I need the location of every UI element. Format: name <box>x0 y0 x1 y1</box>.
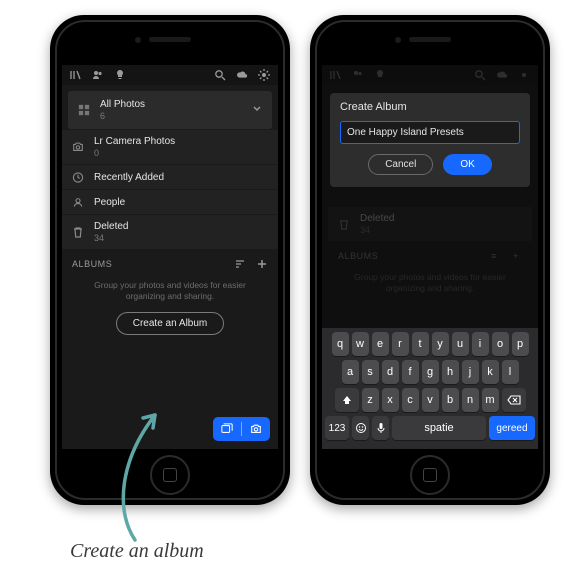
collection-lr-camera[interactable]: Lr Camera Photos0 <box>62 130 278 164</box>
collection-recently-added[interactable]: Recently Added <box>62 165 278 189</box>
albums-section-header: ALBUMS <box>62 250 278 274</box>
key-d[interactable]: d <box>382 360 399 384</box>
phone-front-camera <box>135 37 141 43</box>
key-h[interactable]: h <box>442 360 459 384</box>
collection-count: 34 <box>360 225 394 235</box>
modal-title: Create Album <box>340 101 520 113</box>
gear-icon[interactable] <box>258 69 270 81</box>
keyboard-row-4: 123 spatie gereed <box>325 416 535 440</box>
collection-deleted[interactable]: Deleted34 <box>62 215 278 249</box>
camera-icon <box>72 141 84 153</box>
album-name-input[interactable] <box>340 121 520 144</box>
collection-label: All Photos <box>100 99 145 110</box>
key-y[interactable]: y <box>432 332 449 356</box>
camera-capture-icon[interactable] <box>250 423 262 435</box>
collection-label: Deleted <box>94 221 128 232</box>
app-topbar <box>62 65 278 85</box>
albums-title: ALBUMS <box>72 259 112 269</box>
key-s[interactable]: s <box>362 360 379 384</box>
key-x[interactable]: x <box>382 388 399 412</box>
key-v[interactable]: v <box>422 388 439 412</box>
keyboard-row-1: q w e r t y u i o p <box>325 332 535 356</box>
key-numbers[interactable]: 123 <box>325 416 349 440</box>
phone-left: All Photos6 Lr Camera Photos0 Recently A… <box>50 15 290 505</box>
key-return[interactable]: gereed <box>489 416 535 440</box>
sort-icon: ≡ <box>488 250 500 262</box>
person-icon <box>72 196 84 208</box>
key-mic[interactable] <box>372 416 389 440</box>
people-icon[interactable] <box>92 69 104 81</box>
create-album-modal: Create Album Cancel OK <box>330 93 530 187</box>
key-l[interactable]: l <box>502 360 519 384</box>
key-space[interactable]: spatie <box>392 416 486 440</box>
key-i[interactable]: i <box>472 332 489 356</box>
collection-count: 6 <box>100 111 145 121</box>
screen-right: Deleted34 ALBUMS ≡+ Group your photos an… <box>322 65 538 449</box>
collection-label: Deleted <box>360 213 394 224</box>
keyboard-row-2: a s d f g h j k l <box>325 360 535 384</box>
library-icon[interactable] <box>70 69 82 81</box>
phone-front-camera <box>395 37 401 43</box>
key-r[interactable]: r <box>392 332 409 356</box>
key-g[interactable]: g <box>422 360 439 384</box>
key-w[interactable]: w <box>352 332 369 356</box>
home-button[interactable] <box>150 455 190 495</box>
annotation-caption: Create an album <box>70 540 204 563</box>
collection-label: Recently Added <box>94 172 164 183</box>
key-shift[interactable] <box>335 388 359 412</box>
add-album-icon: + <box>510 250 522 262</box>
add-album-icon[interactable] <box>256 258 268 270</box>
sort-icon[interactable] <box>234 258 246 270</box>
chevron-down-icon <box>252 104 262 117</box>
key-j[interactable]: j <box>462 360 479 384</box>
key-o[interactable]: o <box>492 332 509 356</box>
collection-count: 34 <box>94 233 128 243</box>
key-f[interactable]: f <box>402 360 419 384</box>
key-c[interactable]: c <box>402 388 419 412</box>
key-z[interactable]: z <box>362 388 379 412</box>
albums-empty-hint: Group your photos and videos for easier … <box>62 274 278 312</box>
soft-keyboard[interactable]: q w e r t y u i o p a s d f g h j k l <box>322 328 538 449</box>
key-n[interactable]: n <box>462 388 479 412</box>
divider <box>241 422 242 436</box>
keyboard-row-3: z x c v b n m <box>325 388 535 412</box>
phone-speaker <box>409 37 451 42</box>
key-b[interactable]: b <box>442 388 459 412</box>
create-album-button[interactable]: Create an Album <box>116 312 225 335</box>
camera-import-bar[interactable] <box>213 417 270 441</box>
search-icon[interactable] <box>214 69 226 81</box>
key-a[interactable]: a <box>342 360 359 384</box>
clock-icon <box>72 171 84 183</box>
cancel-button[interactable]: Cancel <box>368 154 433 175</box>
key-u[interactable]: u <box>452 332 469 356</box>
key-t[interactable]: t <box>412 332 429 356</box>
collection-count: 0 <box>94 148 175 158</box>
grid-icon <box>78 104 90 116</box>
albums-section-header-bg: ALBUMS ≡+ <box>328 242 532 266</box>
collection-all-photos[interactable]: All Photos6 <box>68 91 272 129</box>
trash-icon <box>72 226 84 238</box>
key-q[interactable]: q <box>332 332 349 356</box>
import-icon <box>221 423 233 435</box>
key-p[interactable]: p <box>512 332 529 356</box>
key-backspace[interactable] <box>502 388 526 412</box>
phone-speaker <box>149 37 191 42</box>
collection-label: Lr Camera Photos <box>94 136 175 147</box>
key-m[interactable]: m <box>482 388 499 412</box>
phone-right: Deleted34 ALBUMS ≡+ Group your photos an… <box>310 15 550 505</box>
albums-empty-hint-bg: Group your photos and videos for easier … <box>328 266 532 304</box>
collection-deleted-bg: Deleted34 <box>328 207 532 241</box>
home-button[interactable] <box>410 455 450 495</box>
ok-button[interactable]: OK <box>443 154 491 175</box>
key-emoji[interactable] <box>352 416 369 440</box>
key-k[interactable]: k <box>482 360 499 384</box>
collection-label: People <box>94 197 125 208</box>
key-e[interactable]: e <box>372 332 389 356</box>
screen-left: All Photos6 Lr Camera Photos0 Recently A… <box>62 65 278 449</box>
cloud-icon[interactable] <box>236 69 248 81</box>
collection-people[interactable]: People <box>62 190 278 214</box>
trash-icon <box>338 218 350 230</box>
lightbulb-icon[interactable] <box>114 69 126 81</box>
